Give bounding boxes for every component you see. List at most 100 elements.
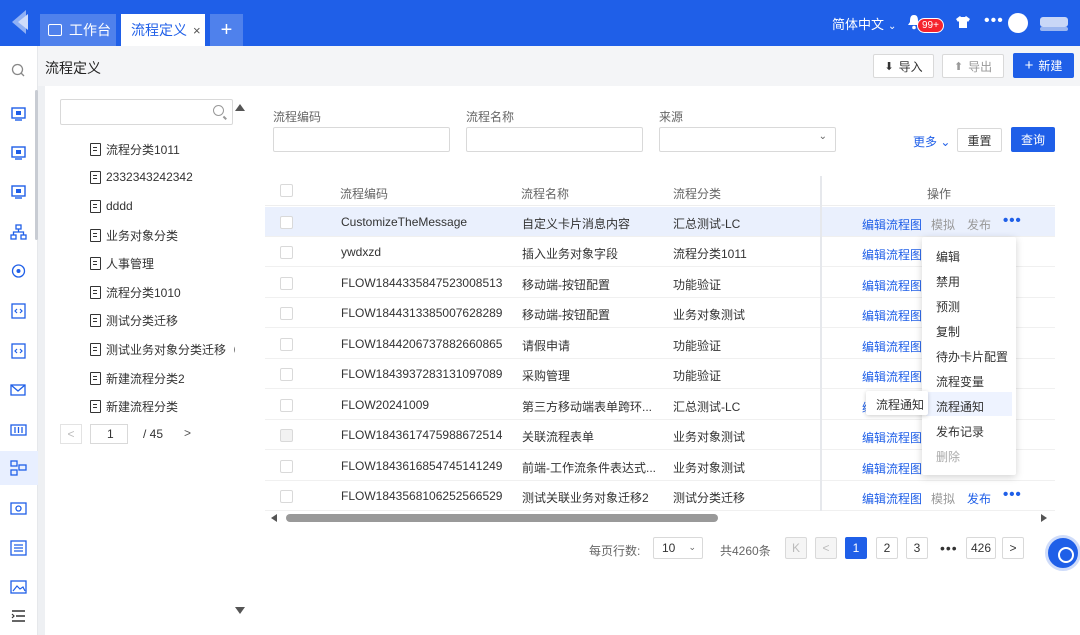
menu-item-publish-history[interactable]: 发布记录 <box>936 423 984 440</box>
edit-flowchart-link[interactable]: 编辑流程图 <box>862 460 922 477</box>
nav-sliders-icon[interactable] <box>10 422 27 438</box>
tree-item[interactable]: 2332343242342 <box>90 167 235 187</box>
row-more-icon[interactable]: ••• <box>1003 212 1022 229</box>
tree-item[interactable]: dddd <box>90 196 235 216</box>
nav-monitor-icon[interactable] <box>10 106 27 122</box>
edit-flowchart-link[interactable]: 编辑流程图 <box>862 368 922 385</box>
tree-page-input[interactable]: 1 <box>90 424 128 444</box>
language-selector[interactable]: 简体中文 ⌄ <box>832 14 896 33</box>
row-checkbox[interactable] <box>280 368 293 381</box>
page-size-select[interactable]: 10 ⌄ <box>653 537 703 559</box>
avatar[interactable] <box>1008 13 1028 33</box>
horizontal-scrollbar-thumb[interactable] <box>286 514 718 522</box>
search-icon[interactable] <box>10 62 27 78</box>
tree-item[interactable]: 流程分类1010 <box>90 282 235 302</box>
table-row[interactable]: CustomizeTheMessage 自定义卡片消息内容 汇总测试-LC 编辑… <box>265 207 1055 237</box>
select-all-checkbox[interactable] <box>280 184 293 197</box>
nav-camera-icon[interactable] <box>10 500 27 516</box>
nav-code-icon[interactable] <box>10 303 27 319</box>
filter-name-input[interactable] <box>466 127 643 152</box>
tree-item[interactable]: 测试分类迁移 <box>90 310 235 330</box>
row-checkbox[interactable] <box>280 277 293 290</box>
nav-script-icon[interactable] <box>10 343 27 359</box>
next-page-button[interactable]: > <box>1002 537 1024 559</box>
user-name-placeholder[interactable] <box>1040 17 1068 27</box>
export-button[interactable]: ⬆ 导出 <box>942 54 1004 78</box>
search-icon[interactable] <box>213 105 224 116</box>
query-button[interactable]: 查询 <box>1011 127 1055 152</box>
edit-flowchart-link[interactable]: 编辑流程图 <box>862 490 922 507</box>
tree-item[interactable]: 新建流程分类2 <box>90 368 235 388</box>
menu-item-delete[interactable]: 删除 <box>936 448 960 465</box>
tab-workbench[interactable]: 工作台 <box>40 14 116 46</box>
filter-source-select[interactable]: ⌄ <box>659 127 836 152</box>
prev-page-button[interactable]: < <box>815 537 837 559</box>
menu-item-edit[interactable]: 编辑 <box>936 248 960 265</box>
tree-item[interactable]: 人事管理 <box>90 253 235 273</box>
page-button-1[interactable]: 1 <box>845 537 867 559</box>
edit-flowchart-link[interactable]: 编辑流程图 <box>862 246 922 263</box>
tree-item[interactable]: 流程分类1011 <box>90 139 235 159</box>
close-tab-icon[interactable]: × <box>193 23 201 38</box>
scroll-right-icon[interactable] <box>1041 514 1047 522</box>
nav-mail-icon[interactable] <box>10 382 27 398</box>
edit-flowchart-link[interactable]: 编辑流程图 <box>862 277 922 294</box>
edit-flowchart-link[interactable]: 编辑流程图 <box>862 429 922 446</box>
menu-item-predict[interactable]: 预测 <box>936 298 960 315</box>
row-checkbox[interactable] <box>280 429 293 442</box>
publish-link[interactable]: 发布 <box>967 216 991 233</box>
add-tab-button[interactable]: + <box>210 14 243 46</box>
tab-process-definition[interactable]: 流程定义 × <box>121 14 205 46</box>
menu-item-process-variables[interactable]: 流程变量 <box>936 373 984 390</box>
nav-settings-icon[interactable] <box>10 263 27 279</box>
col-header-code[interactable]: 流程编码 <box>340 185 388 202</box>
nav-list-icon[interactable] <box>10 540 27 556</box>
row-checkbox[interactable] <box>280 460 293 473</box>
row-checkbox[interactable] <box>280 399 293 412</box>
edit-flowchart-link[interactable]: 编辑流程图 <box>862 307 922 324</box>
new-button[interactable]: + 新建 <box>1013 53 1074 78</box>
reset-button[interactable]: 重置 <box>957 128 1002 152</box>
nav-process-icon[interactable] <box>10 460 27 476</box>
row-more-icon[interactable]: ••• <box>1003 486 1022 503</box>
page-button-2[interactable]: 2 <box>876 537 898 559</box>
tree-scroll-up-icon[interactable] <box>235 104 245 111</box>
simulate-link[interactable]: 模拟 <box>931 490 955 507</box>
tree-search-input[interactable] <box>60 99 233 125</box>
menu-item-process-notification[interactable]: 流程通知 <box>936 398 984 415</box>
app-logo-icon[interactable] <box>6 8 32 36</box>
row-checkbox[interactable] <box>280 338 293 351</box>
simulate-link[interactable]: 模拟 <box>931 216 955 233</box>
tree-next-page-button[interactable]: > <box>184 426 191 440</box>
nav-screen-icon[interactable] <box>10 145 27 161</box>
row-checkbox[interactable] <box>280 490 293 503</box>
nav-display-icon[interactable] <box>10 184 27 200</box>
nav-image-icon[interactable] <box>10 579 27 595</box>
row-checkbox[interactable] <box>280 216 293 229</box>
row-checkbox[interactable] <box>280 246 293 259</box>
menu-item-disable[interactable]: 禁用 <box>936 273 960 290</box>
edit-flowchart-link[interactable]: 编辑流程图 <box>862 338 922 355</box>
tree-scroll-down-icon[interactable] <box>235 607 245 614</box>
nav-collapse-icon[interactable] <box>10 608 27 624</box>
row-checkbox[interactable] <box>280 307 293 320</box>
edit-flowchart-link[interactable]: 编辑流程图 <box>862 216 922 233</box>
col-header-name[interactable]: 流程名称 <box>521 185 569 202</box>
col-header-category[interactable]: 流程分类 <box>673 185 721 202</box>
publish-link[interactable]: 发布 <box>967 490 991 507</box>
tree-prev-page-button[interactable]: < <box>60 424 82 444</box>
scroll-left-icon[interactable] <box>271 514 277 522</box>
last-page-button[interactable]: 426 <box>966 537 997 559</box>
more-icon[interactable]: ••• <box>984 12 1004 30</box>
tree-item[interactable]: 新建流程分类 <box>90 396 235 416</box>
menu-item-todo-card-config[interactable]: 待办卡片配置 <box>936 348 1008 365</box>
theme-shirt-icon[interactable] <box>955 15 971 29</box>
menu-item-copy[interactable]: 复制 <box>936 323 960 340</box>
more-filters-toggle[interactable]: 更多 ⌄ <box>913 133 950 150</box>
nav-org-chart-icon[interactable] <box>10 224 27 240</box>
help-assistant-icon[interactable] <box>1045 535 1080 571</box>
page-button-3[interactable]: 3 <box>906 537 928 559</box>
page-ellipsis[interactable]: ••• <box>940 540 958 556</box>
import-button[interactable]: ⬇ 导入 <box>873 54 934 78</box>
tree-item[interactable]: 业务对象分类 <box>90 225 235 245</box>
